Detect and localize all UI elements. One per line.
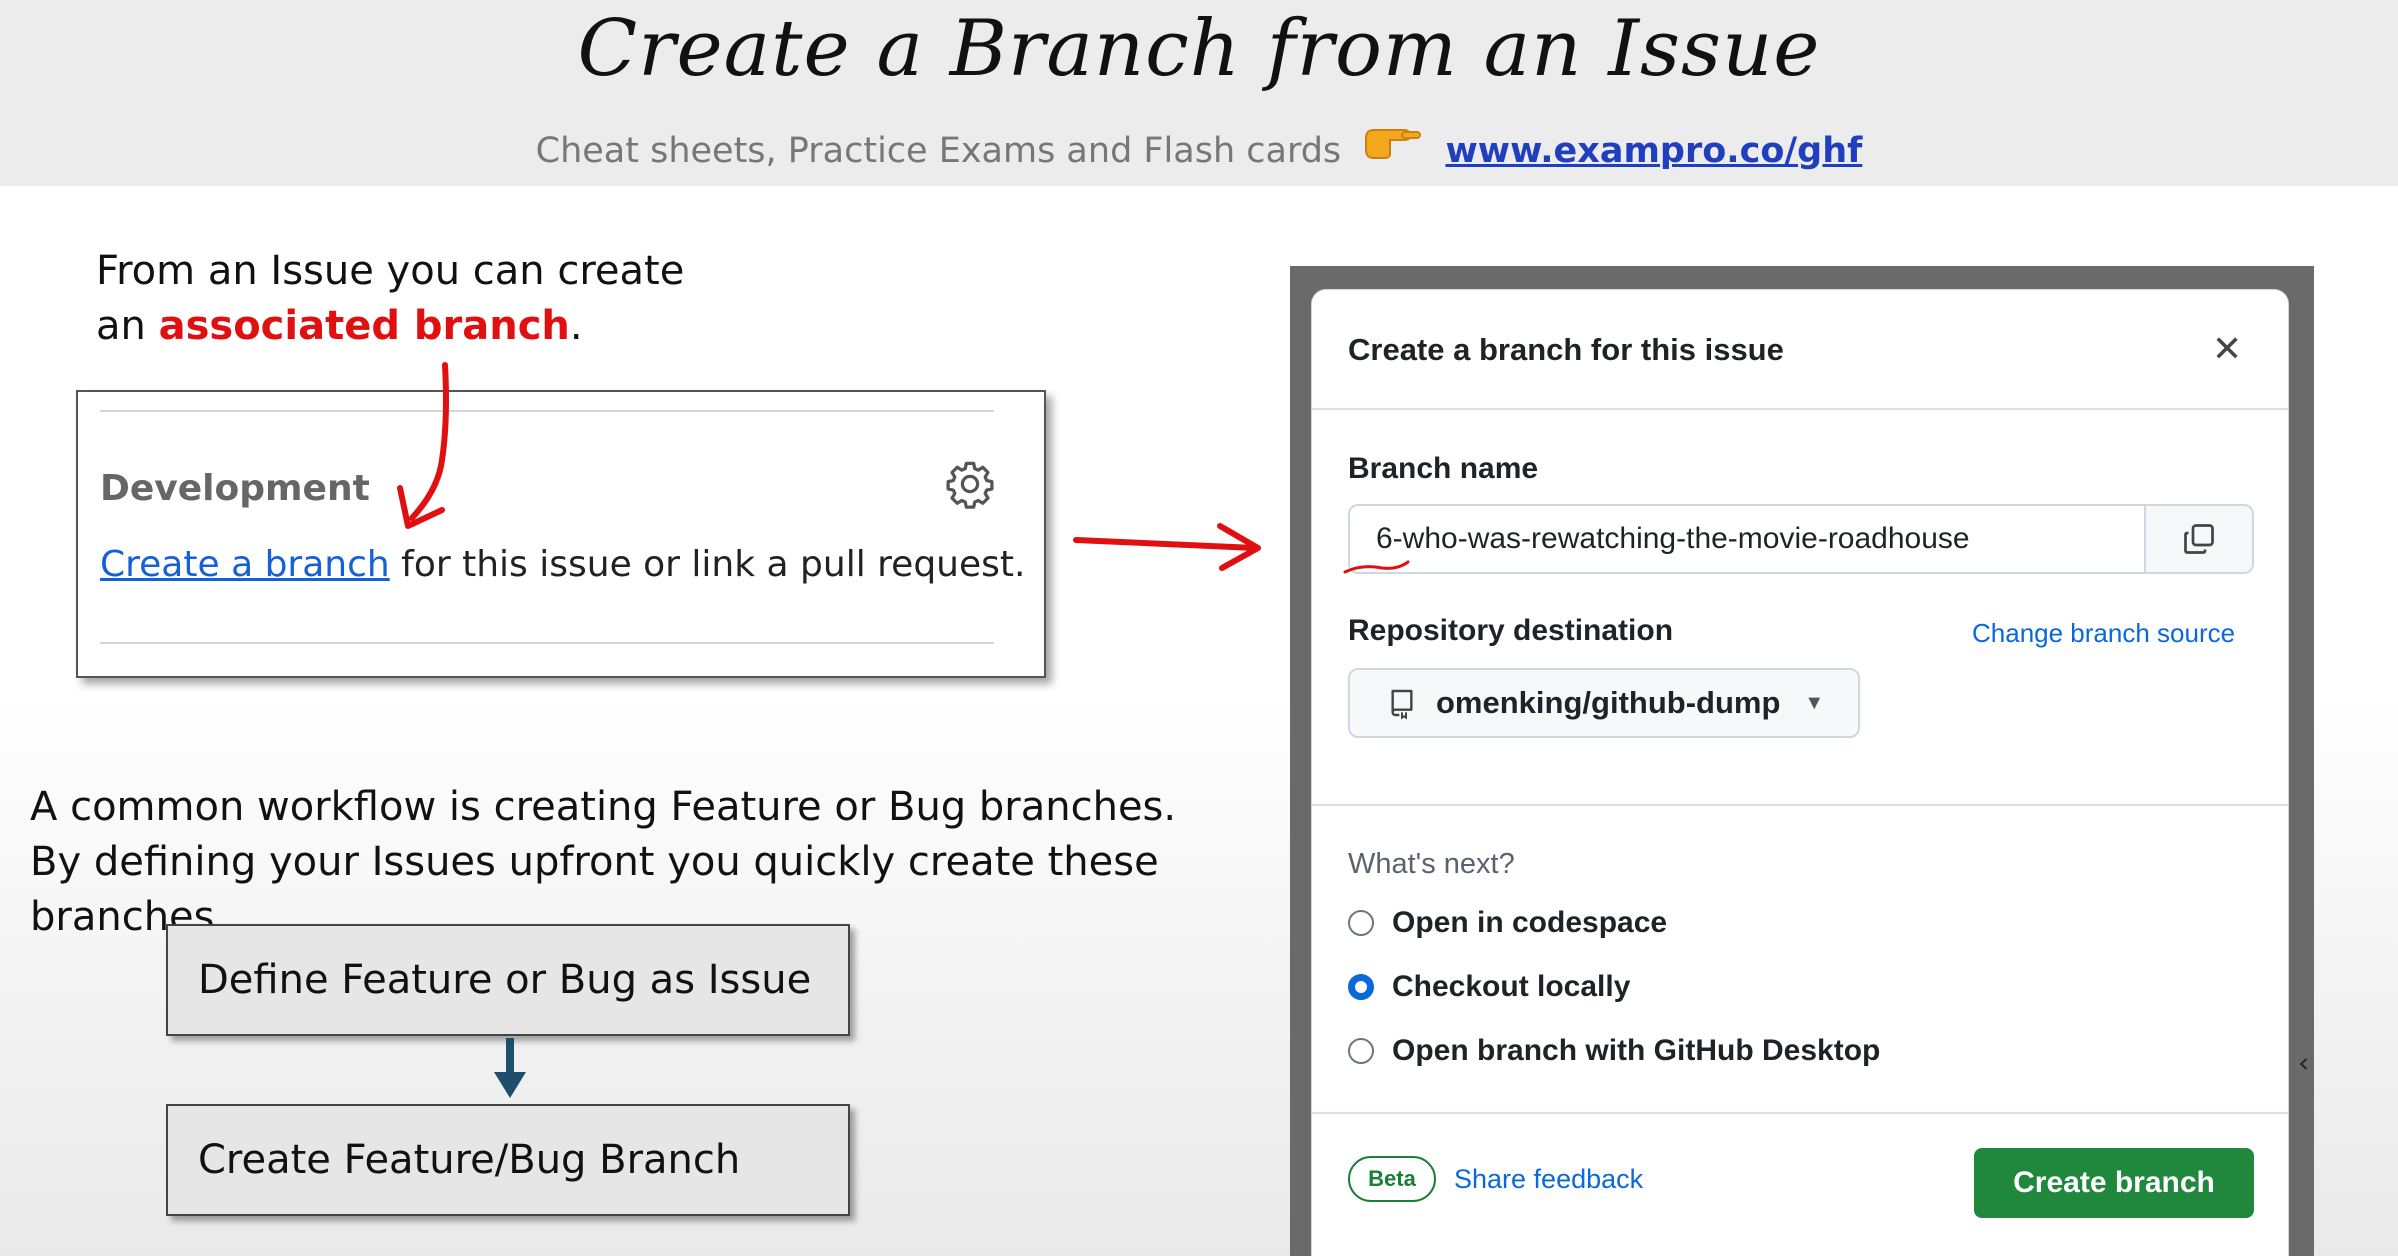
option-open-in-codespace[interactable]: Open in codespace	[1348, 906, 1667, 940]
development-rest-text: for this issue or link a pull request.	[389, 544, 1026, 585]
caret-down-icon: ▼	[1804, 691, 1825, 714]
red-underline-mark	[1343, 560, 1410, 574]
associated-branch-highlight: associated branch	[158, 303, 570, 349]
workflow-line-1: A common workflow is creating Feature or…	[30, 784, 1177, 830]
change-branch-source-link[interactable]: Change branch source	[1972, 618, 2235, 649]
branch-name-input[interactable]: 6-who-was-rewatching-the-movie-roadhouse	[1348, 504, 2212, 574]
radio-button[interactable]	[1348, 1038, 1374, 1064]
radio-button-selected[interactable]	[1348, 974, 1374, 1000]
option-label: Checkout locally	[1392, 970, 1631, 1003]
development-panel: Development Create a branch for this iss…	[76, 390, 1046, 678]
repository-select[interactable]: omenking/github-dump ▼	[1348, 668, 1860, 738]
dialog-divider	[1312, 1112, 2288, 1114]
repository-value: omenking/github-dump	[1436, 685, 1781, 720]
intro-text: From an Issue you can create an associat…	[96, 244, 736, 354]
option-label: Open branch with GitHub Desktop	[1392, 1034, 1881, 1067]
workflow-text: A common workflow is creating Feature or…	[30, 780, 1290, 945]
create-branch-dialog: Create a branch for this issue ✕ Branch …	[1312, 290, 2288, 1256]
whats-next-label: What's next?	[1348, 848, 1515, 880]
slide-header: Create a Branch from an Issue Cheat shee…	[0, 0, 2398, 186]
flow-step-2: Create Feature/Bug Branch	[166, 1104, 850, 1216]
repository-destination-label: Repository destination	[1348, 614, 1674, 647]
divider	[100, 410, 994, 412]
branch-name-label: Branch name	[1348, 452, 1539, 485]
intro-line-2: an associated branch.	[96, 299, 736, 354]
close-icon[interactable]: ✕	[2212, 328, 2242, 370]
chevron-left-icon: ‹	[2298, 1046, 2310, 1079]
beta-badge: Beta	[1348, 1156, 1436, 1202]
flow-step-1: Define Feature or Bug as Issue	[166, 924, 850, 1036]
dialog-title: Create a branch for this issue	[1348, 332, 1784, 367]
repo-icon	[1391, 689, 1413, 720]
create-branch-link[interactable]: Create a branch	[100, 544, 390, 585]
copy-icon	[2184, 524, 2214, 554]
development-text: Create a branch for this issue or link a…	[100, 544, 1025, 585]
option-checkout-locally[interactable]: Checkout locally	[1348, 970, 1630, 1004]
development-title: Development	[100, 468, 370, 509]
dialog-divider	[1312, 408, 2288, 410]
gear-icon[interactable]	[944, 458, 996, 510]
intro-suffix: .	[569, 303, 583, 349]
dialog-divider	[1312, 804, 2288, 806]
option-label: Open in codespace	[1392, 906, 1668, 939]
create-branch-button[interactable]: Create branch	[1974, 1148, 2254, 1218]
intro-prefix: an	[96, 303, 159, 349]
exampro-link[interactable]: www.exampro.co/ghf	[1445, 131, 1862, 171]
flow-arrow-down-icon	[494, 1038, 526, 1098]
share-feedback-link[interactable]: Share feedback	[1454, 1164, 1643, 1195]
radio-button[interactable]	[1348, 910, 1374, 936]
divider	[100, 642, 994, 644]
subtitle-text: Cheat sheets, Practice Exams and Flash c…	[535, 131, 1342, 171]
slide-subtitle: Cheat sheets, Practice Exams and Flash c…	[0, 124, 2398, 171]
red-arrow-right-icon	[1073, 523, 1261, 571]
pointing-hand-icon	[1364, 124, 1422, 171]
intro-line-1: From an Issue you can create	[96, 248, 685, 294]
option-open-github-desktop[interactable]: Open branch with GitHub Desktop	[1348, 1034, 1880, 1068]
red-arrow-down-icon	[397, 362, 449, 529]
copy-button[interactable]	[2144, 504, 2254, 574]
slide-title: Create a Branch from an Issue	[577, 4, 1821, 94]
